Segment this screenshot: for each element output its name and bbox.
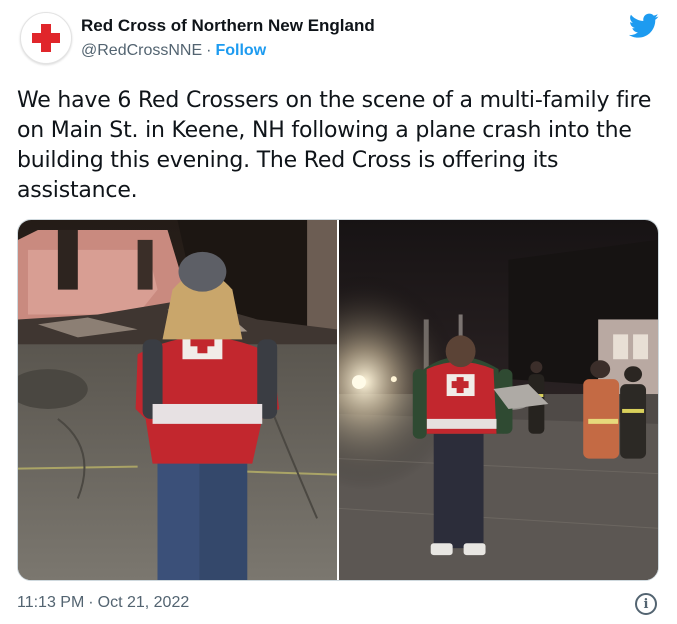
- tweet-date: Oct 21, 2022: [97, 594, 190, 611]
- twitter-bird-icon[interactable]: [629, 13, 659, 39]
- separator: ·: [88, 594, 94, 611]
- author-subline: @RedCrossNNE · Follow: [81, 40, 375, 62]
- avatar[interactable]: [20, 12, 72, 64]
- author-name[interactable]: Red Cross of Northern New England: [81, 15, 375, 37]
- separator: ·: [206, 42, 212, 59]
- tweet-time: 11:13 PM: [17, 594, 85, 611]
- author-block: Red Cross of Northern New England @RedCr…: [81, 15, 375, 62]
- photo-volunteer-at-fire-debris[interactable]: [18, 220, 337, 580]
- tweet-timestamp[interactable]: 11:13 PM · Oct 21, 2022: [17, 594, 189, 612]
- tweet-text: We have 6 Red Crossers on the scene of a…: [17, 88, 652, 203]
- tweet-card: Red Cross of Northern New England @RedCr…: [0, 0, 677, 624]
- info-glyph: i: [643, 596, 649, 612]
- media-grid: [17, 219, 659, 581]
- follow-button[interactable]: Follow: [215, 42, 266, 59]
- info-icon[interactable]: i: [635, 593, 657, 615]
- red-cross-icon: [32, 24, 60, 52]
- author-handle[interactable]: @RedCrossNNE: [81, 42, 202, 59]
- photo-responders-at-night-scene[interactable]: [339, 220, 658, 580]
